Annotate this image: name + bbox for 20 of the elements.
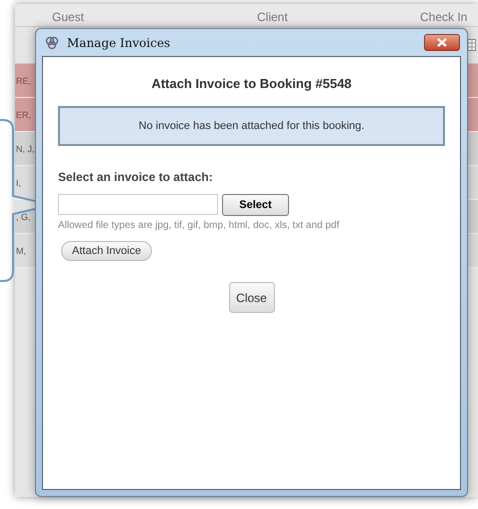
column-header: Check In — [420, 10, 468, 24]
help-text: Allowed file types are jpg, tif, gif, bmp, html, doc, xls, txt and pdf — [58, 220, 340, 231]
guest-cell: RE, — [15, 76, 32, 86]
guest-cell: N, J, — [15, 144, 35, 154]
column-header: Guest — [52, 10, 84, 24]
file-input-field[interactable] — [58, 194, 218, 215]
app-icon — [44, 34, 60, 50]
guest-cell: , G, — [15, 212, 31, 222]
attach-invoice-button[interactable]: Attach Invoice — [61, 241, 152, 261]
column-header: Client — [257, 10, 288, 24]
notice-message: No invoice has been attached for this booking. — [58, 106, 445, 146]
close-icon[interactable] — [424, 34, 460, 51]
window-title: Manage Invoices — [67, 36, 172, 50]
select-button[interactable]: Select — [222, 194, 289, 216]
guest-cell: ER, — [15, 110, 32, 120]
select-label: Select an invoice to attach: — [58, 170, 214, 184]
close-button[interactable]: Close — [228, 282, 274, 313]
dialog-heading: Attach Invoice to Booking #5548 — [150, 76, 353, 91]
guest-cell: I, — [15, 178, 22, 188]
guest-cell: M, — [15, 246, 26, 256]
